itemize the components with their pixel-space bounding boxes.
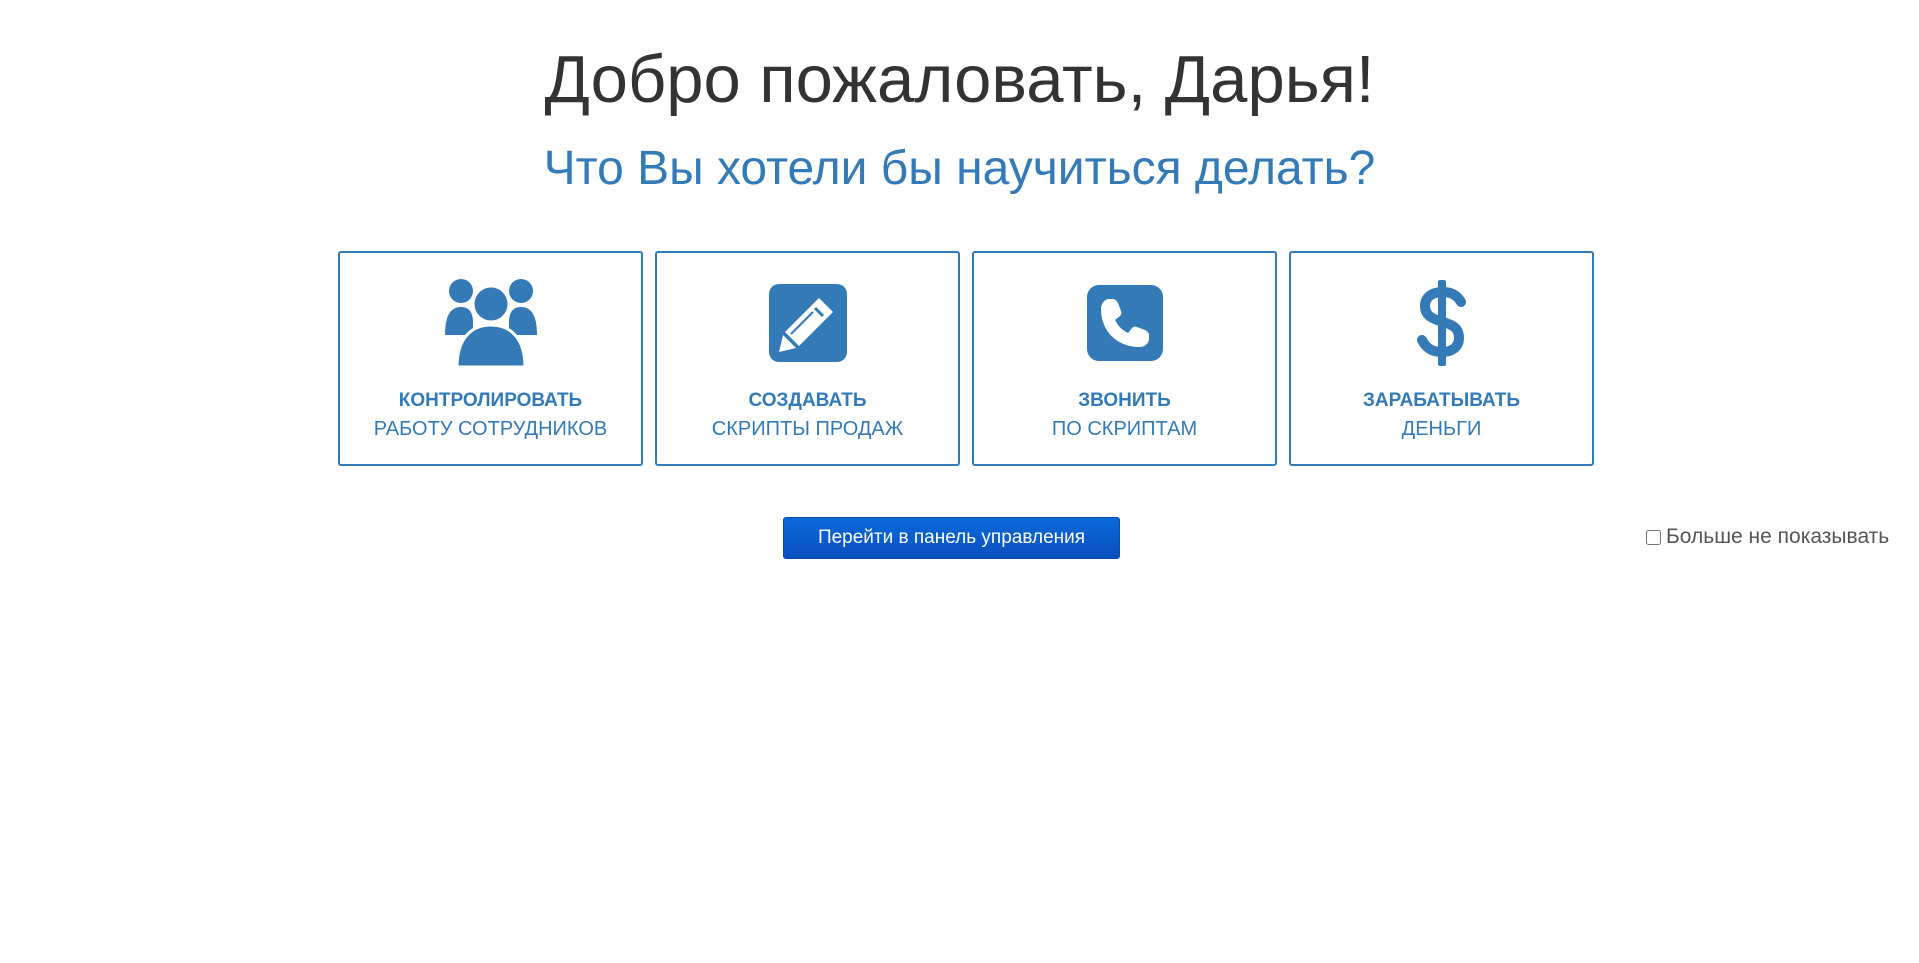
card-label-main: КОНТРОЛИРОВАТЬ [398, 390, 583, 411]
card-earn-money[interactable]: ЗАРАБАТЫВАТЬ ДЕНЬГИ [1289, 251, 1594, 466]
card-label-main: ЗАРАБАТЫВАТЬ [1362, 390, 1521, 411]
card-label-main: СОЗДАВАТЬ [748, 390, 867, 411]
welcome-page: Добро пожаловать, Дарья! Что Вы хотели б… [0, 0, 1919, 963]
card-label-sub: ПО СКРИПТАМ [1051, 418, 1198, 440]
card-control-employees[interactable]: КОНТРОЛИРОВАТЬ РАБОТУ СОТРУДНИКОВ [338, 251, 643, 466]
card-create-scripts[interactable]: СОЗДАВАТЬ СКРИПТЫ ПРОДАЖ [655, 251, 960, 466]
go-to-dashboard-button[interactable]: Перейти в панель управления [783, 517, 1120, 559]
card-label-sub: СКРИПТЫ ПРОДАЖ [711, 418, 904, 440]
card-label-main: ЗВОНИТЬ [1078, 390, 1171, 411]
card-label-sub: ДЕНЬГИ [1401, 418, 1482, 440]
dont-show-checkbox[interactable] [1646, 529, 1661, 545]
welcome-title: Добро пожаловать, Дарья! [544, 42, 1375, 117]
edit-pencil-icon [657, 278, 958, 368]
dont-show-again[interactable]: Больше не показывать [1646, 525, 1889, 549]
phone-icon [974, 278, 1275, 368]
choice-cards: КОНТРОЛИРОВАТЬ РАБОТУ СОТРУДНИКОВ СОЗДАВ… [338, 251, 1596, 466]
card-call-scripts[interactable]: ЗВОНИТЬ ПО СКРИПТАМ [972, 251, 1277, 466]
dollar-icon [1291, 278, 1592, 368]
users-icon [340, 278, 641, 369]
dont-show-label: Больше не показывать [1666, 525, 1890, 548]
card-label-sub: РАБОТУ СОТРУДНИКОВ [373, 418, 608, 440]
welcome-subtitle: Что Вы хотели бы научиться делать? [543, 142, 1376, 195]
